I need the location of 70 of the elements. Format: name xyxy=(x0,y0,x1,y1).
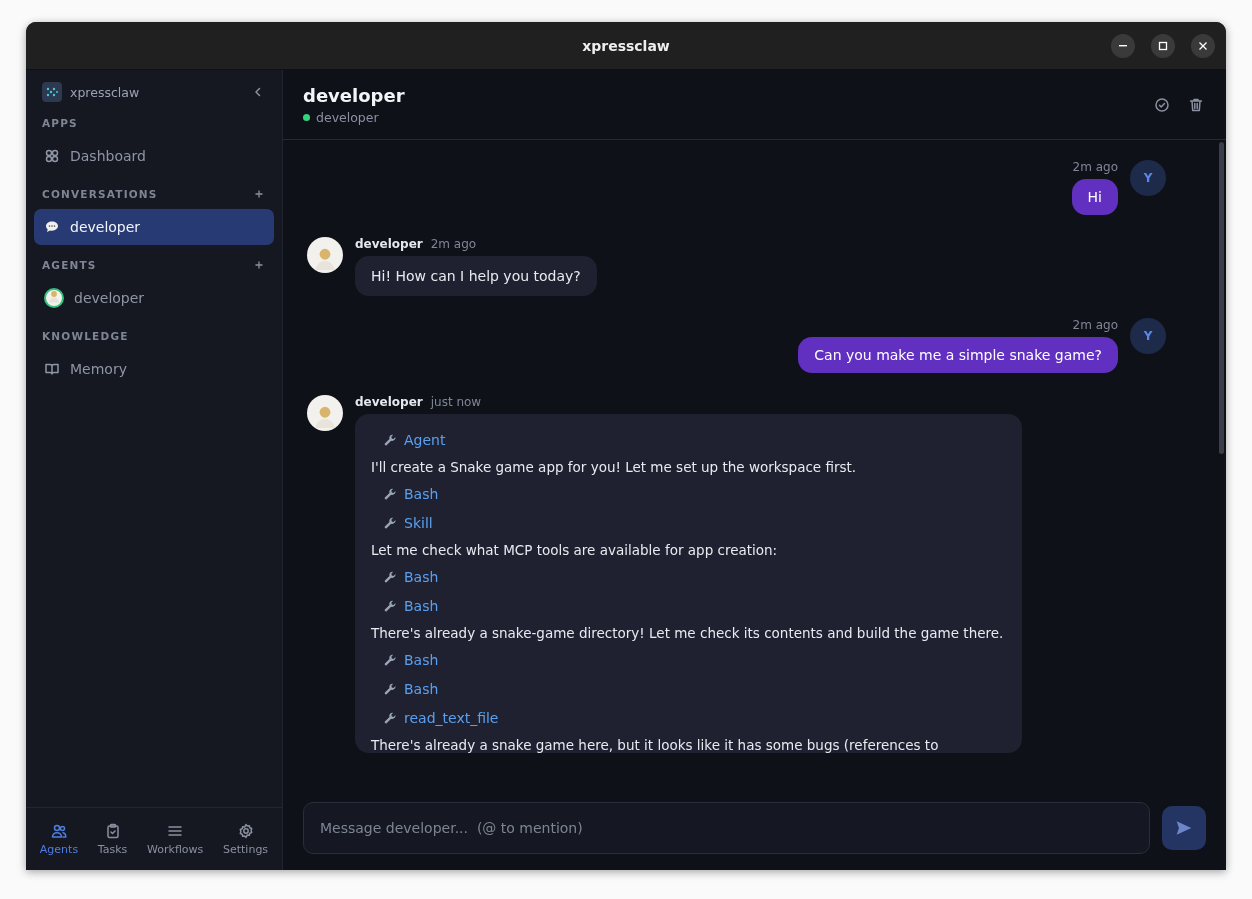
tool-call-link[interactable]: Bash xyxy=(371,567,1006,587)
tool-call-link[interactable]: Skill xyxy=(371,513,1006,533)
minimize-icon xyxy=(1119,44,1127,47)
item-label: developer xyxy=(74,290,145,306)
wrench-icon xyxy=(383,486,398,502)
section-title: AGENTS xyxy=(42,259,97,271)
wrench-icon xyxy=(383,598,398,614)
sidebar-item[interactable]: Dashboard xyxy=(34,138,274,174)
tool-call-link[interactable]: Bash xyxy=(371,596,1006,616)
settings-icon xyxy=(237,822,254,839)
section-title: APPS xyxy=(42,117,78,129)
user-avatar: Y xyxy=(1130,160,1166,196)
people-icon xyxy=(51,822,67,839)
message-time: 2m ago xyxy=(1072,160,1118,174)
message-bubble: Hi! How can I help you today? xyxy=(355,256,597,296)
plus-icon xyxy=(254,260,264,270)
tool-call-link[interactable]: Agent xyxy=(371,430,1006,450)
send-button[interactable] xyxy=(1162,806,1206,850)
wrench-icon xyxy=(383,681,398,697)
tool-call-link[interactable]: Bash xyxy=(371,484,1006,504)
plus-icon xyxy=(254,189,264,199)
tool-call-link[interactable]: Bash xyxy=(371,650,1006,670)
nav-tab[interactable]: Tasks xyxy=(93,818,132,860)
sidebar-item[interactable]: developer xyxy=(34,209,274,245)
message-time: 2m ago xyxy=(430,237,477,251)
message-text: There's already a snake game here, but it looks like it has some bugs (references to xyxy=(371,737,940,753)
nav-tab[interactable]: Settings xyxy=(219,818,273,860)
wrench-icon xyxy=(383,710,398,726)
maximize-icon xyxy=(1158,40,1168,51)
book-icon xyxy=(44,361,60,377)
section-title: KNOWLEDGE xyxy=(42,330,129,342)
message-text: There's already a snake-game directory! Let me check its contents and build the game there. xyxy=(371,625,1005,641)
message-input[interactable]: Message developer... (@ to mention) xyxy=(303,802,1150,854)
close-button[interactable] xyxy=(1191,33,1215,58)
close-icon xyxy=(1198,40,1208,51)
user-avatar: Y xyxy=(1130,318,1166,354)
message-time: just now xyxy=(430,395,482,409)
item-label: developer xyxy=(70,219,141,235)
send-icon xyxy=(1175,819,1193,837)
grid-icon xyxy=(44,148,60,164)
conversation-title: developer xyxy=(303,84,405,106)
tool-call-link[interactable]: read_text_file xyxy=(371,708,1006,728)
trash-icon xyxy=(1188,96,1204,113)
wrench-icon xyxy=(383,569,398,585)
section-title: CONVERSATIONS xyxy=(42,188,158,200)
message-bubble: Can you make me a simple snake game? xyxy=(798,337,1118,373)
nav-tab[interactable]: Workflows xyxy=(143,818,208,860)
minimize-button[interactable] xyxy=(1111,33,1135,58)
message-time: 2m ago xyxy=(1072,318,1118,332)
clipboard-check-icon xyxy=(104,822,121,839)
agent-name: developer xyxy=(316,109,379,125)
message-bubble: Hi xyxy=(1071,179,1118,215)
message-text: I'll create a Snake game app for you! Let me set up the workspace first. xyxy=(371,459,858,475)
brand-name: xpressclaw xyxy=(70,84,141,100)
wrench-icon xyxy=(383,432,398,448)
wrench-icon xyxy=(383,652,398,668)
message-text: Let me check what MCP tools are available for app creation: xyxy=(371,542,779,558)
wrench-icon xyxy=(383,515,398,531)
maximize-button[interactable] xyxy=(1151,33,1175,58)
sidebar-item[interactable]: developer xyxy=(34,280,274,316)
item-label: Dashboard xyxy=(70,148,146,164)
tool-call-link[interactable]: Bash xyxy=(371,679,1006,699)
nav-tab[interactable]: Agents xyxy=(35,818,83,860)
sender-name: developer xyxy=(355,237,423,251)
item-label: Memory xyxy=(70,361,127,377)
sender-name: developer xyxy=(355,395,423,409)
check-circle-icon xyxy=(1154,96,1170,113)
speech-bubble-icon xyxy=(44,219,60,235)
sidebar-item[interactable]: Memory xyxy=(34,351,274,387)
window-title: xpressclaw xyxy=(581,37,671,54)
